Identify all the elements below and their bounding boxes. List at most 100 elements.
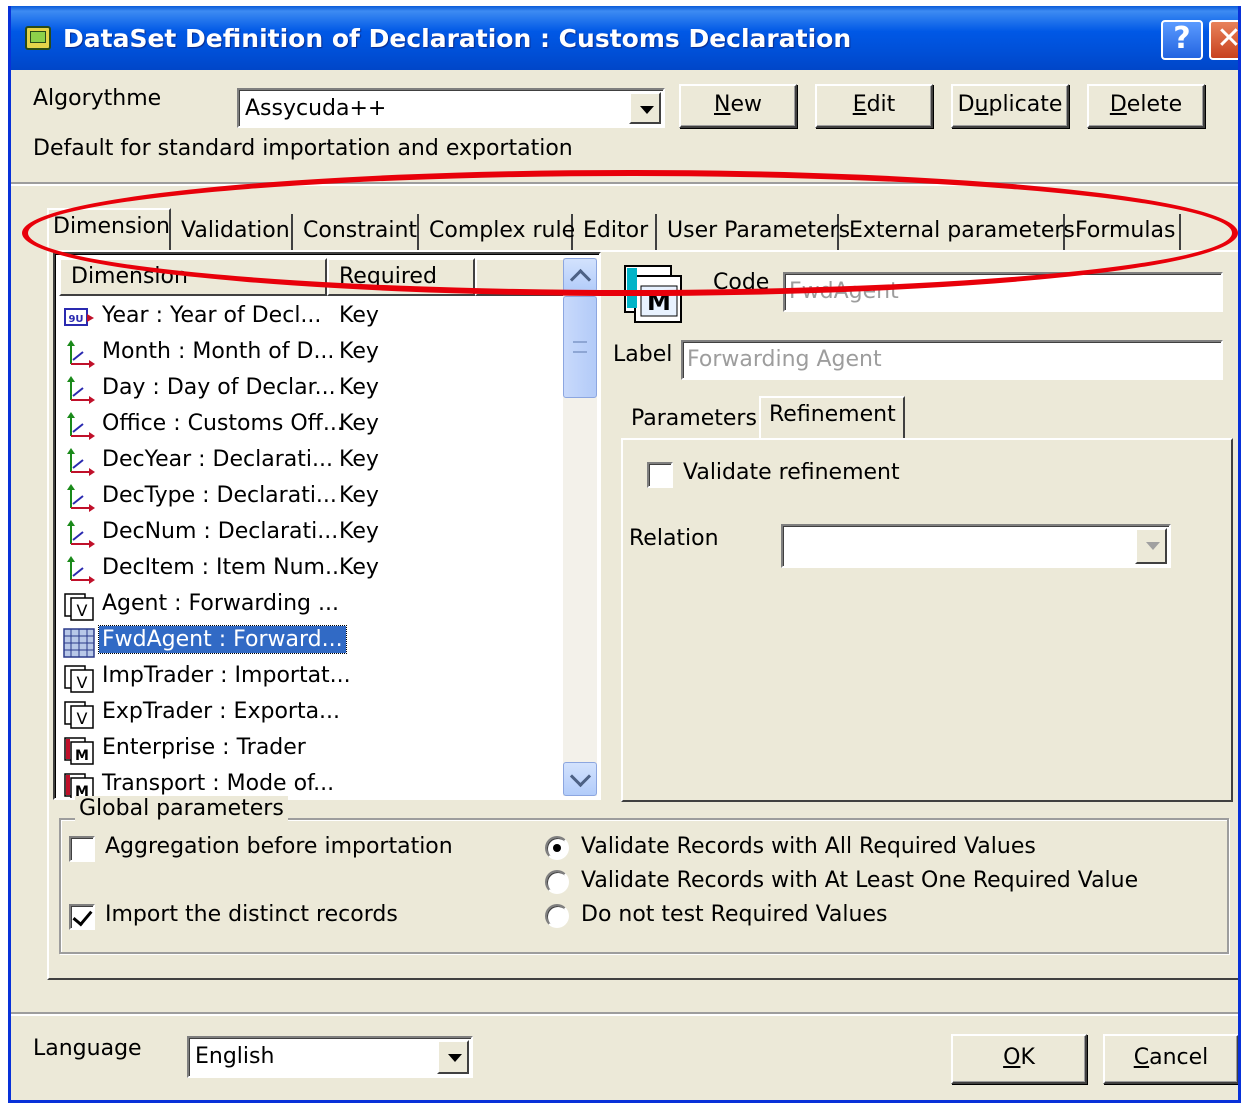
table-row[interactable]: M Enterprise : Trader (59, 732, 559, 768)
code-field[interactable]: FwdAgent (783, 272, 1223, 312)
duplicate-button[interactable]: Duplicate (951, 84, 1069, 128)
svg-text:M: M (647, 288, 671, 316)
global-parameters-title: Global parameters (75, 796, 288, 821)
chevron-down-icon[interactable] (1135, 528, 1167, 564)
ok-button[interactable]: OK (951, 1034, 1087, 1084)
tab-validation[interactable]: Validation (173, 214, 293, 252)
column-header-dimension[interactable]: Dimension (59, 258, 327, 296)
algorithm-select[interactable]: Assycuda++ (237, 88, 665, 128)
table-row[interactable]: V ExpTrader : Exporta... (59, 696, 559, 732)
radio-one-required-label: Validate Records with At Least One Requi… (581, 868, 1139, 893)
language-select[interactable]: English (187, 1036, 473, 1078)
label-field[interactable]: Forwarding Agent (681, 340, 1223, 380)
row-required-value: Key (339, 303, 379, 328)
validate-refinement-label: Validate refinement (683, 460, 900, 485)
validated-dimension-icon: V (63, 700, 95, 730)
algorithm-description: Default for standard importation and exp… (33, 136, 573, 161)
algorithm-label: Algorythme (33, 86, 162, 111)
radio-all-required[interactable] (545, 836, 569, 860)
calendar-key-icon: 9U (63, 304, 95, 334)
edit-button[interactable]: Edit (815, 84, 933, 128)
row-dimension-name: Day : Day of Declar... (102, 375, 336, 400)
tab-complex-rule[interactable]: Complex rule (421, 214, 575, 252)
row-dimension-name: DecItem : Item Num... (102, 555, 346, 580)
dimension-list[interactable]: Dimension Required 9U Year : Year of Decl… (53, 252, 601, 800)
tab-editor[interactable]: Editor (575, 214, 657, 252)
radio-one-required[interactable] (545, 870, 569, 894)
validated-dimension-icon: V (63, 592, 95, 622)
table-row[interactable]: V Agent : Forwarding ... (59, 588, 559, 624)
table-row[interactable]: Day : Day of Declar... Key (59, 372, 559, 408)
tab-external-parameters[interactable]: External parameters (841, 214, 1075, 252)
row-dimension-name: DecNum : Declarati... (102, 519, 339, 544)
svg-text:V: V (77, 709, 88, 728)
radio-no-test[interactable] (545, 904, 569, 928)
chevron-down-icon[interactable] (437, 1040, 469, 1074)
new-button[interactable]: New (679, 84, 797, 128)
svg-text:V: V (77, 601, 88, 620)
close-button[interactable]: ✕ (1209, 20, 1238, 60)
table-row[interactable]: Month : Month of D... Key (59, 336, 559, 372)
grid-dimension-icon (63, 628, 95, 658)
table-row[interactable]: DecYear : Declarati... Key (59, 444, 559, 480)
import-distinct-checkbox[interactable] (69, 904, 95, 930)
language-label: Language (33, 1036, 142, 1061)
row-required-value: Key (339, 375, 379, 400)
tab-refinement[interactable]: Refinement (759, 396, 905, 440)
row-dimension-name: Transport : Mode of... (102, 771, 335, 796)
table-row[interactable]: 9U Year : Year of Decl... Key (59, 300, 559, 336)
row-dimension-name: DecType : Declarati... (102, 483, 337, 508)
axis-key-icon (63, 412, 95, 442)
language-value: English (195, 1044, 275, 1069)
title-bar[interactable]: DataSet Definition of Declaration : Cust… (11, 6, 1238, 70)
tab-parameters[interactable]: Parameters (623, 402, 759, 440)
axis-key-icon (63, 340, 95, 370)
column-header-empty[interactable] (475, 258, 565, 296)
row-required-value: Key (339, 447, 379, 472)
relation-select[interactable] (781, 524, 1171, 568)
table-row[interactable]: DecNum : Declarati... Key (59, 516, 559, 552)
list-header: Dimension Required (59, 258, 565, 296)
delete-button[interactable]: Delete (1087, 84, 1205, 128)
scroll-thumb[interactable] (563, 296, 597, 398)
tab-constraint[interactable]: Constraint (295, 214, 419, 252)
row-required-value: Key (339, 555, 379, 580)
aggregation-label: Aggregation before importation (105, 834, 453, 859)
table-row[interactable]: V ImpTrader : Importat... (59, 660, 559, 696)
validated-dimension-icon: V (63, 664, 95, 694)
refinement-panel (621, 438, 1233, 802)
help-button[interactable]: ? (1161, 20, 1203, 60)
column-header-required[interactable]: Required (327, 258, 475, 296)
scroll-down-icon[interactable] (563, 762, 597, 796)
table-row[interactable]: FwdAgent : Forward... (59, 624, 559, 660)
row-dimension-name: ExpTrader : Exporta... (102, 699, 341, 724)
axis-key-icon (63, 520, 95, 550)
aggregation-checkbox[interactable] (69, 836, 95, 862)
chevron-down-icon[interactable] (629, 92, 661, 124)
row-dimension-name: FwdAgent : Forward... (98, 625, 347, 654)
row-dimension-name: Office : Customs Off... (102, 411, 344, 436)
window-title: DataSet Definition of Declaration : Cust… (63, 24, 852, 53)
cancel-button[interactable]: Cancel (1103, 1034, 1238, 1084)
axis-key-icon (63, 484, 95, 514)
svg-text:V: V (77, 673, 88, 692)
footer-divider (11, 1012, 1238, 1016)
table-row[interactable]: DecType : Declarati... Key (59, 480, 559, 516)
axis-key-icon (63, 556, 95, 586)
axis-key-icon (63, 376, 95, 406)
row-dimension-name: Month : Month of D... (102, 339, 335, 364)
tab-user-parameters[interactable]: User Parameters (659, 214, 850, 252)
row-dimension-name: ImpTrader : Importat... (102, 663, 351, 688)
validate-refinement-checkbox[interactable] (647, 462, 673, 488)
table-row[interactable]: DecItem : Item Num... Key (59, 552, 559, 588)
tab-formulas[interactable]: Formulas (1067, 214, 1181, 252)
svg-text:M: M (75, 748, 89, 764)
code-label: Code (713, 270, 770, 295)
row-required-value: Key (339, 483, 379, 508)
scroll-up-icon[interactable] (563, 258, 597, 292)
label-label: Label (613, 342, 673, 367)
list-scrollbar[interactable] (563, 258, 597, 796)
tab-dimension[interactable]: Dimension (47, 208, 171, 252)
relation-label: Relation (629, 526, 719, 551)
table-row[interactable]: Office : Customs Off... Key (59, 408, 559, 444)
